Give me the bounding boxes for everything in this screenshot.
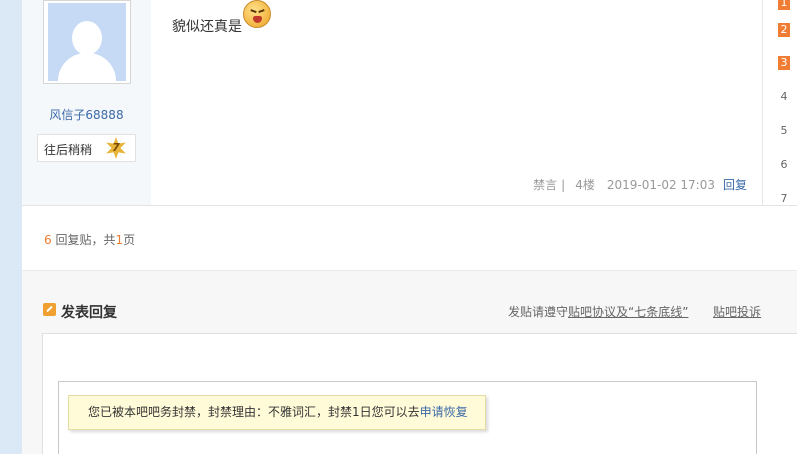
default-avatar-icon xyxy=(48,3,126,81)
complaint-link[interactable]: 贴吧投诉 xyxy=(713,303,761,320)
left-sidebar-strip xyxy=(0,0,22,454)
side-page-7[interactable]: 7 xyxy=(778,192,790,206)
rules-prefix: 发贴请遵守 xyxy=(508,305,569,319)
ban-notice-text: 您已被本吧吧务封禁，封禁理由：不雅词汇，封禁1日您可以去 xyxy=(88,405,420,419)
meta-separator: | xyxy=(561,178,566,192)
side-page-3[interactable]: 3 xyxy=(778,56,790,70)
level-number: 7 xyxy=(112,141,120,154)
side-page-1[interactable]: 1 xyxy=(778,0,790,10)
post-datetime: 2019-01-02 17:03 xyxy=(606,178,715,192)
user-avatar[interactable] xyxy=(43,0,131,84)
rules-link[interactable]: 贴吧协议及“七条底线” xyxy=(568,305,688,319)
ban-notice: 您已被本吧吧务封禁，封禁理由：不雅词汇，封禁1日您可以去申请恢复 xyxy=(68,395,486,430)
summary-text-2: 页 xyxy=(123,233,136,247)
reply-count: 6 xyxy=(44,233,52,247)
reply-title: 发表回复 xyxy=(61,305,117,321)
ban-link[interactable]: 禁言 xyxy=(533,178,557,192)
side-page-2[interactable]: 2 xyxy=(778,23,790,37)
side-page-6[interactable]: 6 xyxy=(778,158,790,172)
summary-text-1: 回复贴，共 xyxy=(51,233,116,247)
posting-rules: 发贴请遵守贴吧协议及“七条底线” xyxy=(508,303,688,320)
post-content: 貌似还真是 xyxy=(172,19,242,35)
page-count: 1 xyxy=(115,233,124,247)
appeal-link[interactable]: 申请恢复 xyxy=(420,405,468,419)
post-meta: 禁言 | 4楼 2019-01-02 17:03 回复 xyxy=(529,176,747,193)
pencil-icon xyxy=(43,303,56,316)
user-level-badge[interactable]: 往后稍稍 7 xyxy=(37,134,136,162)
level-name: 往后稍稍 xyxy=(44,143,93,157)
floor-number: 4楼 xyxy=(575,178,595,192)
side-page-4[interactable]: 4 xyxy=(778,90,790,104)
laughing-face-emoji-icon xyxy=(243,0,271,28)
reply-link[interactable]: 回复 xyxy=(723,178,747,192)
divider xyxy=(22,205,797,206)
author-username[interactable]: 风信子68888 xyxy=(22,106,151,123)
reply-summary: 6 回复贴，共1页 xyxy=(44,231,135,248)
side-page-5[interactable]: 5 xyxy=(778,124,790,138)
